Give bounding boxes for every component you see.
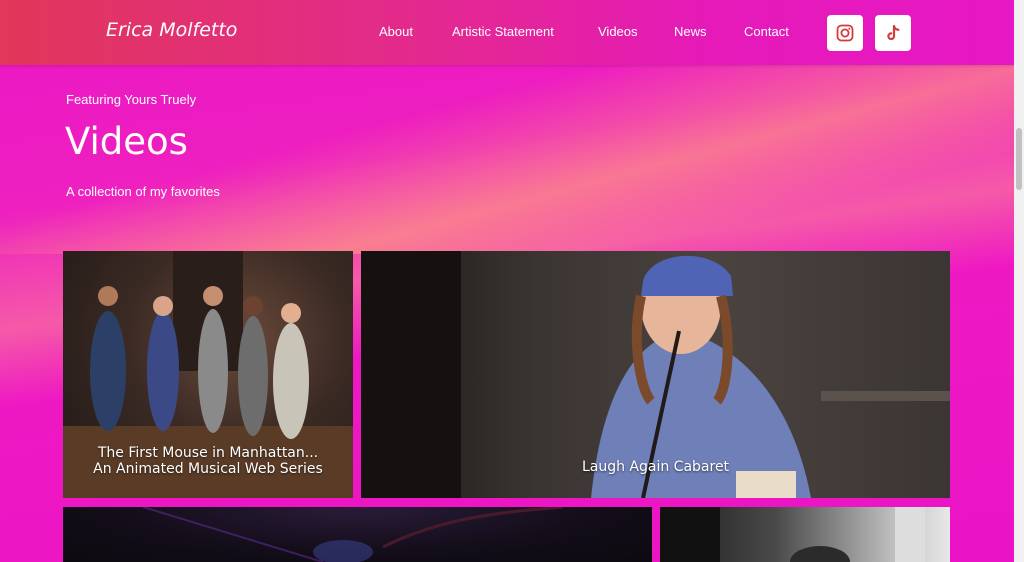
video-tile-4[interactable]: [660, 507, 950, 562]
hero-kicker: Featuring Yours Truely: [66, 92, 197, 107]
video-tile-3[interactable]: [63, 507, 652, 562]
nav-news[interactable]: News: [674, 24, 707, 39]
tiktok-button[interactable]: [875, 15, 911, 51]
page-title: Videos: [65, 120, 188, 163]
video-thumbnail: [142, 507, 564, 562]
page-scrollbar[interactable]: [1014, 0, 1024, 562]
instagram-icon: [836, 24, 854, 42]
nav-videos[interactable]: Videos: [598, 24, 638, 39]
nav-artistic-statement[interactable]: Artistic Statement: [452, 24, 554, 39]
video-tile-first-mouse[interactable]: The First Mouse in Manhattan... An Anima…: [63, 251, 353, 498]
hero-subtitle: A collection of my favorites: [66, 184, 220, 199]
nav-about[interactable]: About: [379, 24, 413, 39]
video-title: Laugh Again Cabaret: [581, 459, 730, 475]
tiktok-icon: [887, 24, 900, 41]
instagram-button[interactable]: [827, 15, 863, 51]
video-title: The First Mouse in Manhattan... An Anima…: [63, 445, 353, 477]
video-title-line1: The First Mouse in Manhattan...: [97, 445, 319, 461]
video-thumbnail: [660, 507, 925, 562]
site-logo[interactable]: Erica Molfetto: [106, 19, 237, 41]
nav-contact[interactable]: Contact: [744, 24, 789, 39]
site-header: Erica Molfetto About Artistic Statement …: [0, 0, 1014, 65]
video-title-line2: An Animated Musical Web Series: [93, 461, 323, 477]
scrollbar-thumb[interactable]: [1016, 128, 1022, 190]
video-tile-laugh-again[interactable]: Laugh Again Cabaret: [361, 251, 950, 498]
